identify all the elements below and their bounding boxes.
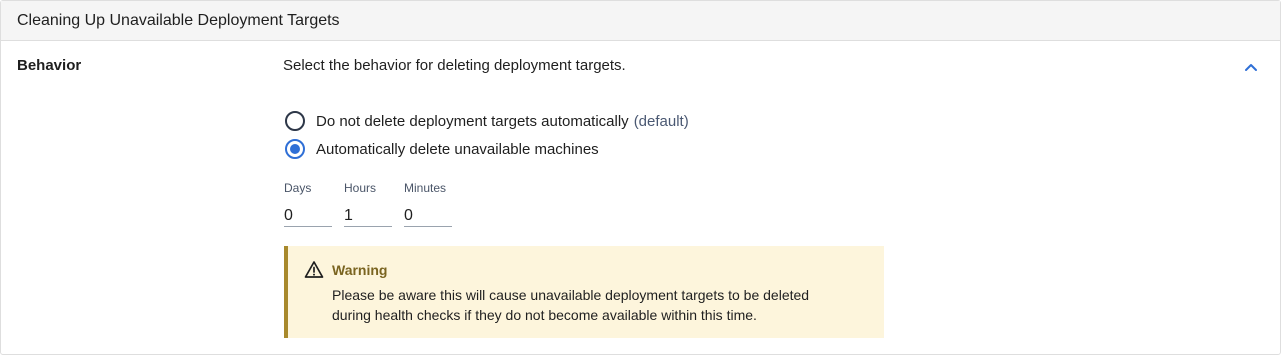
warning-message: Please be aware this will cause unavaila… (332, 285, 852, 325)
warning-callout: Warning Please be aware this will cause … (284, 246, 884, 338)
hours-field: Hours (344, 181, 392, 227)
warning-triangle-icon (304, 261, 324, 278)
warning-title: Warning (332, 262, 388, 278)
hours-label: Hours (344, 181, 377, 195)
radio-label-auto-delete: Automatically delete unavailable machine… (316, 140, 599, 158)
days-input[interactable] (284, 205, 332, 227)
collapse-button[interactable] (1239, 57, 1263, 77)
warning-line-2: during health checks if they do not beco… (332, 307, 757, 323)
radio-option-do-not-delete[interactable]: Do not delete deployment targets automat… (285, 111, 689, 131)
radio-button-unchecked[interactable] (285, 111, 305, 131)
minutes-label: Minutes (404, 181, 447, 195)
cleanup-panel: Cleaning Up Unavailable Deployment Targe… (0, 0, 1281, 355)
radio-label-do-not-delete: Do not delete deployment targets automat… (316, 112, 629, 130)
behavior-label: Behavior (17, 57, 82, 74)
minutes-input[interactable] (404, 205, 452, 227)
warning-line-1: Please be aware this will cause unavaila… (332, 287, 810, 303)
panel-header: Cleaning Up Unavailable Deployment Targe… (1, 1, 1280, 41)
radio-option-auto-delete[interactable]: Automatically delete unavailable machine… (285, 139, 599, 159)
minutes-field: Minutes (404, 181, 452, 227)
chevron-up-icon (1245, 64, 1257, 71)
behavior-description: Select the behavior for deleting deploym… (283, 57, 626, 74)
days-label: Days (284, 181, 312, 195)
default-tag: (default) (633, 112, 689, 130)
days-field: Days (284, 181, 332, 227)
panel-title: Cleaning Up Unavailable Deployment Targe… (17, 11, 340, 29)
hours-input[interactable] (344, 205, 392, 227)
radio-button-checked[interactable] (285, 139, 305, 159)
